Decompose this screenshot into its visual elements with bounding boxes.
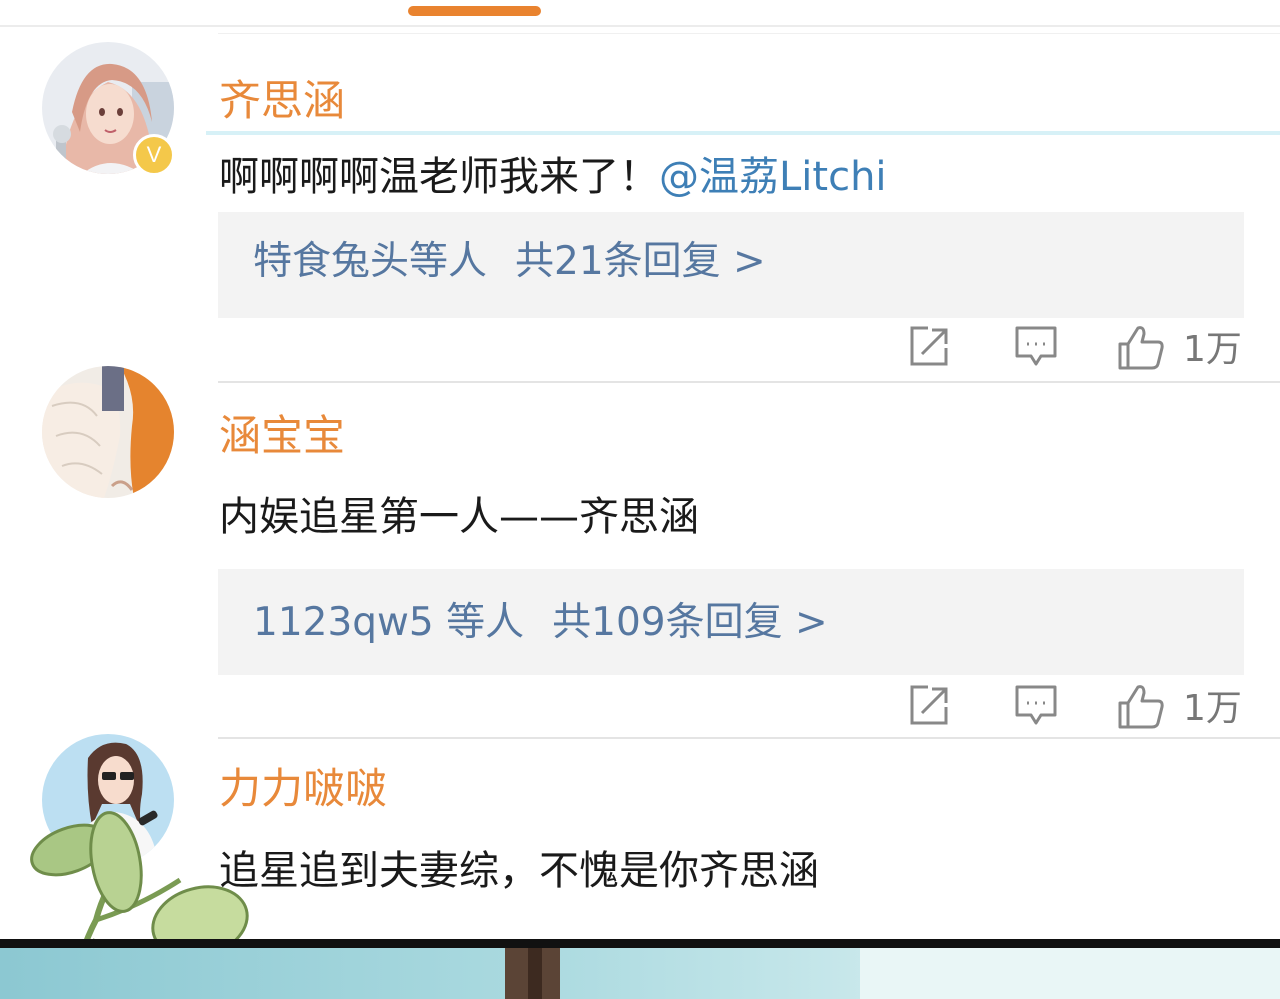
like-count: 1万 [1183,688,1242,729]
comment-icon[interactable] [1013,324,1059,370]
header-divider [0,25,1280,27]
comment-text: 内娱追星第一人——齐思涵 [219,494,699,540]
highlight-line [206,131,1280,135]
like-count: 1万 [1183,329,1242,370]
thumbs-up-icon[interactable] [1116,324,1166,370]
panel-border [0,939,1280,948]
comment-username[interactable]: 涵宝宝 [219,415,345,457]
thumbs-up-icon[interactable] [1116,683,1166,729]
comment-body: 啊啊啊啊温老师我来了！ [219,154,659,200]
comment-text: 追星追到夫妻综，不愧是你齐思涵 [219,848,819,894]
comment-username[interactable]: 齐思涵 [219,80,345,122]
replies-box[interactable]: 1123qw5 等人 共109条回复 > [218,569,1244,675]
share-icon[interactable] [908,683,952,727]
replies-summary: 1123qw5 等人 共109条回复 > [253,603,828,642]
replies-count-link[interactable]: 共21条回复 > [515,239,766,284]
mention-link[interactable]: @温荔Litchi [659,154,887,200]
avatar[interactable] [42,366,174,498]
replies-count-link[interactable]: 共109条回复 > [552,600,828,645]
replies-box[interactable]: 特食兔头等人 共21条回复 > [218,212,1244,318]
divider [218,381,1280,383]
comment-icon[interactable] [1013,683,1059,729]
replies-from: 特食兔头等人 [253,239,488,284]
comment-text: 啊啊啊啊温老师我来了！@温荔Litchi [219,157,887,197]
replies-summary: 特食兔头等人 共21条回复 > [253,242,766,281]
comment-actions: 1万 [0,324,1280,374]
background-illustration [0,948,1280,999]
divider [218,33,1280,34]
comment-username[interactable]: 力力啵啵 [219,768,387,810]
verified-badge: V [133,134,175,176]
comment-actions: 1万 [0,683,1280,733]
active-tab-indicator [408,6,541,16]
replies-from: 1123qw5 等人 [253,600,525,645]
divider [218,737,1280,739]
share-icon[interactable] [908,324,952,368]
